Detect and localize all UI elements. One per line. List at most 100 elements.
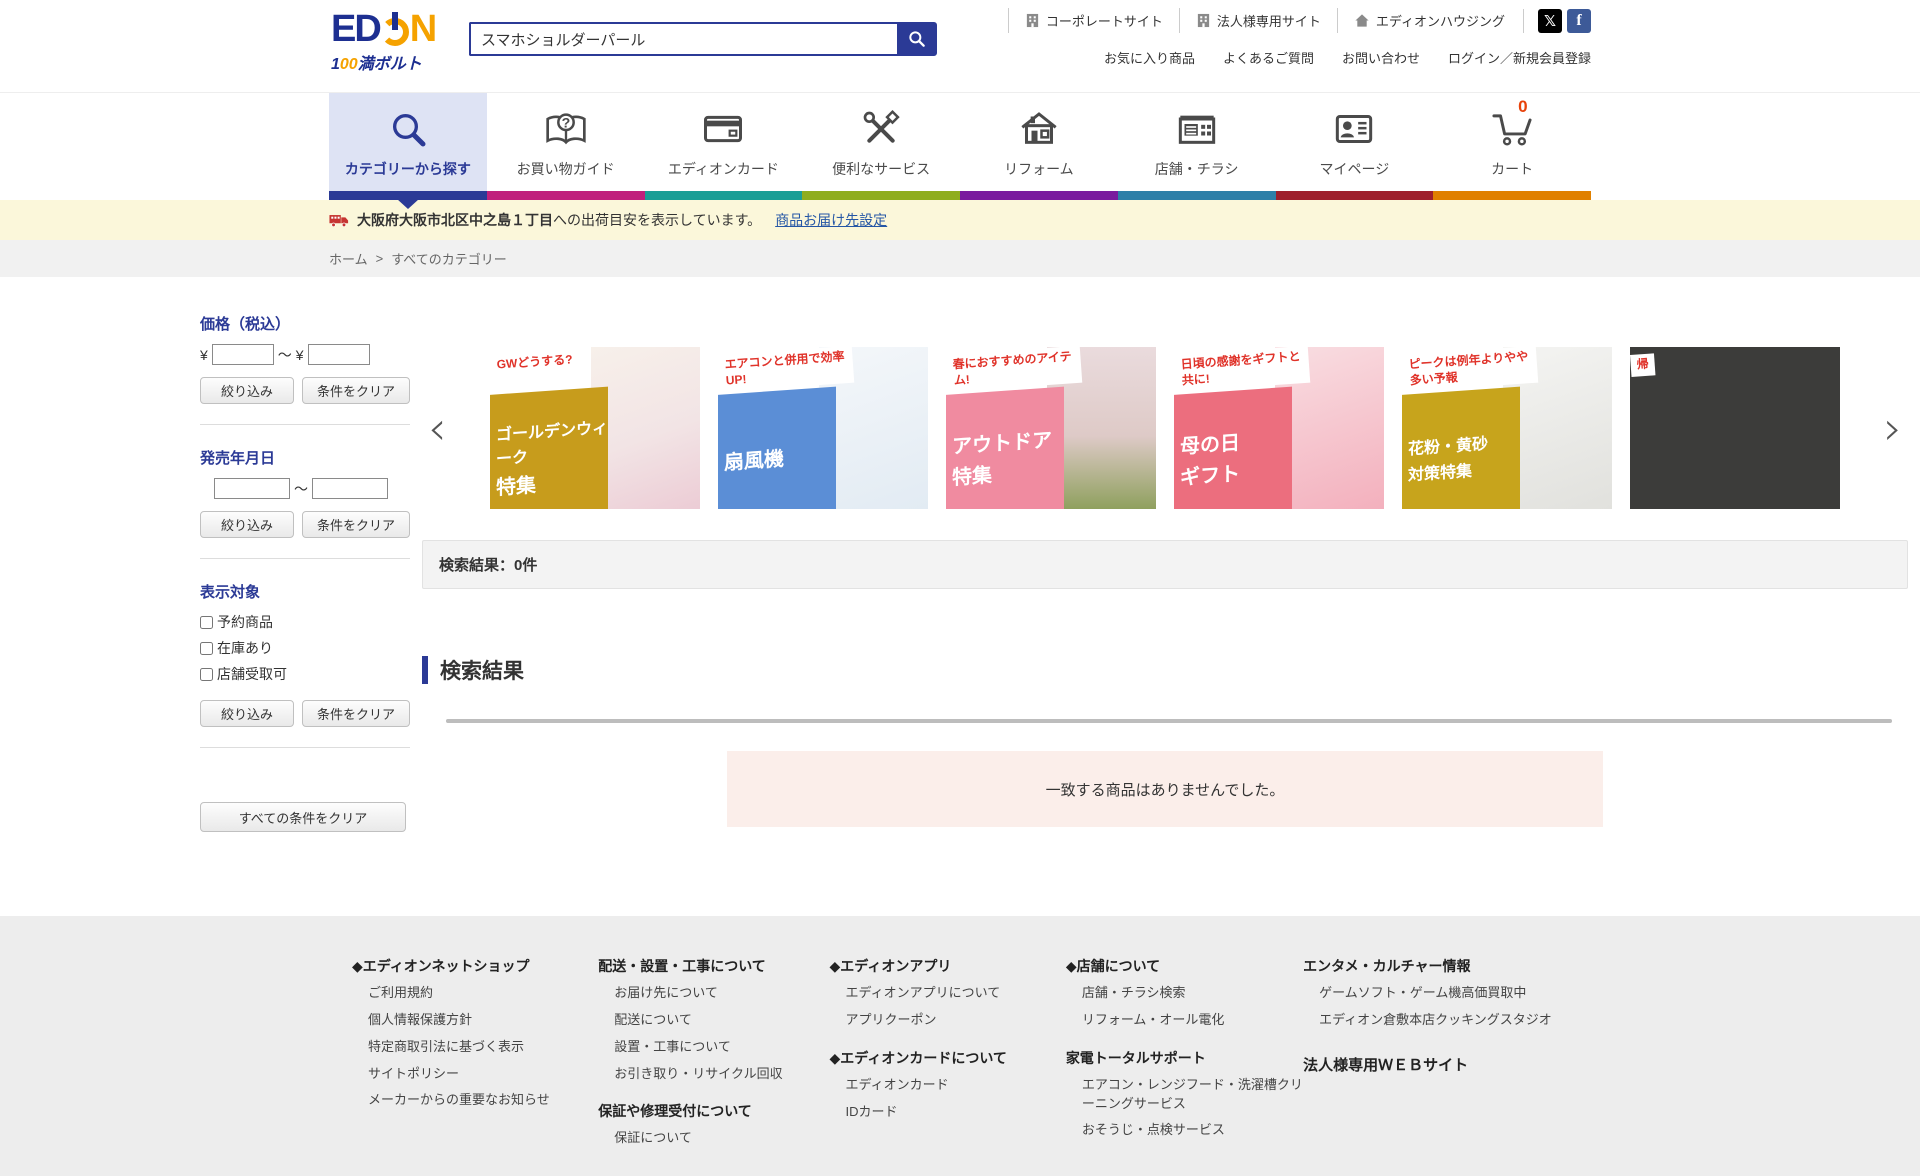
footer-link[interactable]: ゲームソフト・ゲーム機高価買取中 bbox=[1303, 984, 1591, 1003]
top-header: ED N 100満ボルト bbox=[0, 0, 1920, 92]
b2b-site-link[interactable]: 法人様専用サイト bbox=[1179, 8, 1337, 33]
search-input[interactable] bbox=[469, 22, 897, 56]
tools-icon bbox=[860, 109, 902, 149]
store-pickup-checkbox[interactable] bbox=[200, 668, 213, 681]
favorites-link[interactable]: お気に入り商品 bbox=[1104, 48, 1195, 67]
facebook-icon[interactable]: f bbox=[1567, 9, 1591, 33]
footer-link[interactable]: 保証について bbox=[598, 1129, 829, 1148]
price-clear-button[interactable]: 条件をクリア bbox=[302, 377, 410, 404]
housing-link[interactable]: エディオンハウジング bbox=[1337, 8, 1521, 33]
footer-link[interactable]: エディオンカード bbox=[830, 1076, 1066, 1095]
footer-link[interactable]: おそうじ・点検サービス bbox=[1066, 1121, 1303, 1140]
corporate-site-link[interactable]: コーポレートサイト bbox=[1008, 8, 1179, 33]
footer-link[interactable]: お届け先について bbox=[598, 984, 829, 1003]
breadcrumb-home[interactable]: ホーム bbox=[329, 249, 368, 268]
nav-item-edion-card[interactable]: エディオンカード bbox=[645, 93, 803, 200]
banner-fans[interactable]: エアコンと併用で効率UP! 扇風機 bbox=[718, 347, 928, 509]
footer-link[interactable]: IDカード bbox=[830, 1103, 1066, 1122]
delivery-address-settings-link[interactable]: 商品お届け先設定 bbox=[775, 210, 887, 230]
banner-partial[interactable]: 帰 bbox=[1630, 347, 1840, 509]
footer-link[interactable]: 設置・工事について bbox=[598, 1038, 829, 1057]
footer-link[interactable]: メーカーからの重要なお知らせ bbox=[352, 1091, 598, 1110]
price-filter-button[interactable]: 絞り込み bbox=[200, 377, 294, 404]
results-scrollbar[interactable] bbox=[446, 719, 1892, 723]
footer-link[interactable]: 特定商取引法に基づく表示 bbox=[352, 1038, 598, 1057]
release-filter-button[interactable]: 絞り込み bbox=[200, 511, 294, 538]
carousel-next-button[interactable]: › bbox=[1884, 405, 1902, 451]
result-count-bar: 検索結果：0件 bbox=[422, 540, 1908, 589]
utility-links: コーポレートサイト 法人様専用サイト エディオンハウジング 𝕏 f bbox=[1008, 8, 1591, 33]
footer-column-stores: ◆店舗について 店舗・チラシ検索 リフォーム・オール電化 家電トータルサポート … bbox=[1066, 956, 1303, 1166]
contact-link[interactable]: お問い合わせ bbox=[1342, 48, 1420, 67]
checkbox-in-stock[interactable]: 在庫あり bbox=[200, 638, 410, 658]
footer-link[interactable]: ご利用規約 bbox=[352, 984, 598, 1003]
banner-golden-week[interactable]: GWどうする? ゴールデンウィーク特集 bbox=[490, 347, 700, 509]
login-register-link[interactable]: ログイン／新規会員登録 bbox=[1448, 48, 1591, 67]
building-icon bbox=[1025, 13, 1040, 28]
guide-book-icon: ? bbox=[544, 109, 588, 149]
breadcrumb: ホーム > すべてのカテゴリー bbox=[0, 240, 1920, 277]
banner-pollen[interactable]: ピークは例年よりやや多い予報 花粉・黄砂対策特集 bbox=[1402, 347, 1612, 509]
checkbox-preorder[interactable]: 予約商品 bbox=[200, 612, 410, 632]
edion-logo[interactable]: ED N 100満ボルト bbox=[331, 8, 435, 74]
magnifier-icon bbox=[388, 109, 428, 149]
footer-column-delivery: 配送・設置・工事について お届け先について 配送について 設置・工事について お… bbox=[598, 956, 829, 1166]
target-filter-button[interactable]: 絞り込み bbox=[200, 700, 294, 727]
footer-link[interactable]: エディオン倉敷本店クッキングスタジオ bbox=[1303, 1011, 1591, 1030]
x-twitter-icon[interactable]: 𝕏 bbox=[1538, 9, 1562, 33]
release-date-from-input[interactable] bbox=[214, 478, 290, 499]
price-min-input[interactable] bbox=[212, 344, 274, 365]
nav-item-reform[interactable]: リフォーム bbox=[960, 93, 1118, 200]
display-target-title: 表示対象 bbox=[200, 581, 410, 602]
b2b-web-site-link[interactable]: 法人様専用ＷＥＢサイト bbox=[1303, 1054, 1591, 1075]
clear-all-filters-button[interactable]: すべての条件をクリア bbox=[200, 802, 406, 832]
footer-column-app-card: ◆エディオンアプリ エディオンアプリについて アプリクーポン ◆エディオンカード… bbox=[830, 956, 1066, 1166]
filter-sidebar: 価格（税込） ¥ ～ ¥ 絞り込み 条件をクリア 発売年月日 ～ 絞り込み 条件… bbox=[200, 313, 410, 832]
footer-link[interactable]: リフォーム・オール電化 bbox=[1066, 1011, 1303, 1030]
power-icon bbox=[380, 8, 410, 48]
active-tab-pointer bbox=[397, 199, 419, 209]
search-icon bbox=[907, 29, 927, 49]
footer-link[interactable]: 店舗・チラシ検索 bbox=[1066, 984, 1303, 1003]
search-button[interactable] bbox=[897, 22, 937, 56]
footer-link[interactable]: お引き取り・リサイクル回収 bbox=[598, 1065, 829, 1084]
main-nav: カテゴリーから探す ? お買い物ガイド bbox=[0, 92, 1920, 200]
nav-item-category-search[interactable]: カテゴリーから探す bbox=[329, 93, 487, 200]
footer-link[interactable]: アプリクーポン bbox=[830, 1011, 1066, 1030]
breadcrumb-current: すべてのカテゴリー bbox=[391, 249, 507, 268]
footer-column-netshop: ◆エディオンネットショップ ご利用規約 個人情報保護方針 特定商取引法に基づく表… bbox=[352, 956, 598, 1166]
target-clear-button[interactable]: 条件をクリア bbox=[302, 700, 410, 727]
breadcrumb-separator: > bbox=[376, 251, 384, 266]
price-filter-title: 価格（税込） bbox=[200, 313, 410, 334]
nav-item-services[interactable]: 便利なサービス bbox=[802, 93, 960, 200]
building-icon bbox=[1196, 13, 1211, 28]
checkbox-store-pickup[interactable]: 店舗受取可 bbox=[200, 664, 410, 684]
delivery-notice-bar: 大阪府大阪市北区中之島１丁目への出荷目安を表示しています。 商品お届け先設定 bbox=[0, 200, 1920, 240]
nav-item-shopping-guide[interactable]: ? お買い物ガイド bbox=[487, 93, 645, 200]
footer-link[interactable]: サイトポリシー bbox=[352, 1065, 598, 1084]
results-section-head: 検索結果 bbox=[422, 655, 1908, 685]
in-stock-checkbox[interactable] bbox=[200, 642, 213, 655]
search-area bbox=[469, 22, 937, 56]
footer-link[interactable]: 配送について bbox=[598, 1011, 829, 1030]
faq-link[interactable]: よくあるご質問 bbox=[1223, 48, 1314, 67]
preorder-checkbox[interactable] bbox=[200, 616, 213, 629]
main-content: ‹ GWどうする? ゴールデンウィーク特集 エアコンと併用で効率UP! bbox=[422, 313, 1908, 832]
release-clear-button[interactable]: 条件をクリア bbox=[302, 511, 410, 538]
banner-outdoor[interactable]: 春におすすめのアイテム! アウトドア特集 bbox=[946, 347, 1156, 509]
price-max-input[interactable] bbox=[308, 344, 370, 365]
cart-count-badge: 0 bbox=[1518, 97, 1527, 117]
banner-mothers-day[interactable]: 日頃の感謝をギフトと共に! 母の日ギフト bbox=[1174, 347, 1384, 509]
nav-item-cart[interactable]: 0 カート bbox=[1433, 93, 1591, 200]
release-date-to-input[interactable] bbox=[312, 478, 388, 499]
logo-text-n: N bbox=[410, 10, 435, 48]
carousel-prev-button[interactable]: ‹ bbox=[428, 405, 446, 451]
nav-item-mypage[interactable]: マイページ bbox=[1276, 93, 1434, 200]
house-icon bbox=[1017, 109, 1061, 149]
footer-link[interactable]: 個人情報保護方針 bbox=[352, 1011, 598, 1030]
footer-link[interactable]: エディオンアプリについて bbox=[830, 984, 1066, 1003]
store-icon bbox=[1175, 109, 1219, 149]
footer-link[interactable]: エアコン・レンジフード・洗濯槽クリーニングサービス bbox=[1066, 1076, 1303, 1114]
nav-item-stores[interactable]: 店舗・チラシ bbox=[1118, 93, 1276, 200]
logo-100-volt: 100満ボルト bbox=[331, 50, 435, 74]
